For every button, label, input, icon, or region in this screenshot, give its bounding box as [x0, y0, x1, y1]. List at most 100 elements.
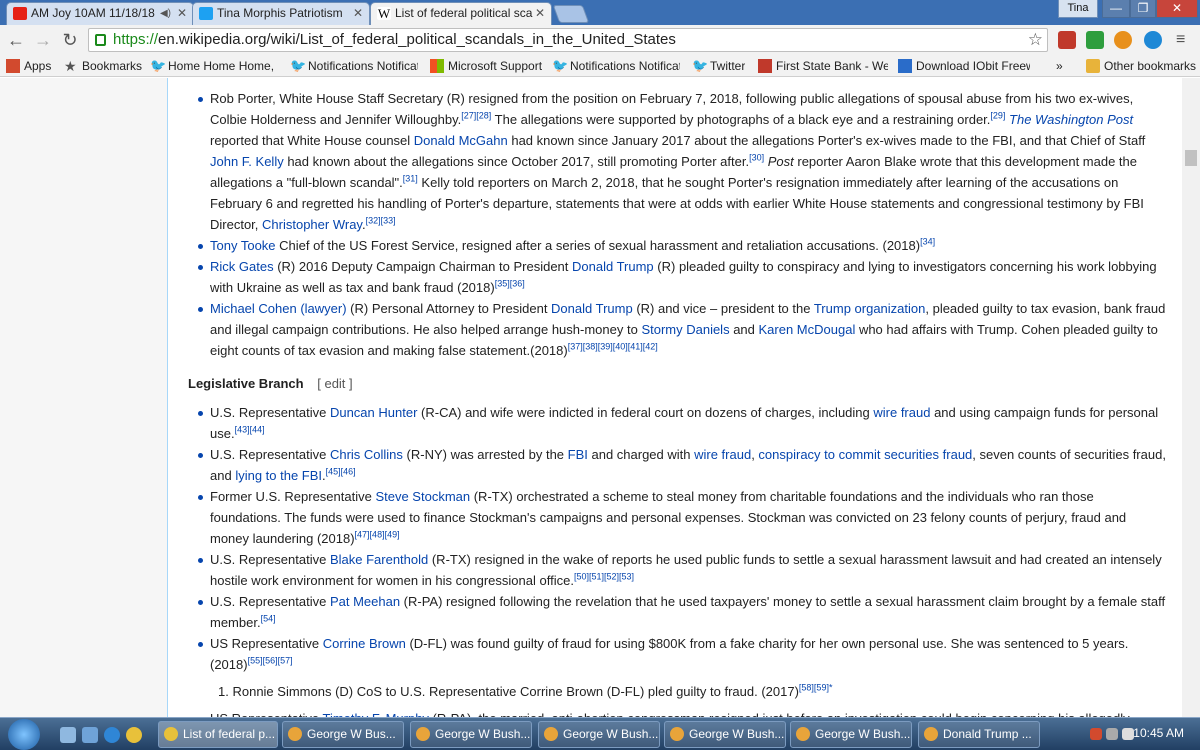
bookmark-other[interactable]: Other bookmarks [1084, 58, 1196, 74]
bookmark-twitter[interactable]: 🐦 Twitter [690, 58, 745, 74]
bookmark-notifications-1[interactable]: 🐦 Notifications Notificat [288, 58, 418, 74]
close-window-button[interactable]: ✕ [1156, 0, 1198, 18]
citation-link[interactable]: [45][46] [326, 467, 356, 477]
restore-button[interactable]: ❐ [1130, 0, 1156, 18]
bookmark-apps[interactable]: Apps [4, 58, 51, 74]
citation-link[interactable]: [37][38][39][40][41][42] [568, 342, 658, 352]
wiki-link[interactable]: Christopher Wray [262, 217, 362, 232]
robot-extension-icon[interactable] [1144, 31, 1162, 49]
address-bar[interactable]: https://en.wikipedia.org/wiki/List_of_fe… [88, 28, 1048, 52]
show-desktop-icon[interactable] [60, 727, 76, 743]
citation-link[interactable]: [58][59]* [799, 683, 833, 693]
bookmark-microsoft-support[interactable]: Microsoft Support [428, 58, 568, 74]
citation-link[interactable]: [50][51][52][53] [574, 572, 634, 582]
citation-link[interactable]: [29] [990, 111, 1005, 121]
wiki-link[interactable]: Stormy Daniels [641, 322, 729, 337]
wiki-link[interactable]: wire fraud [694, 447, 751, 462]
wiki-link[interactable]: wire fraud [873, 405, 930, 420]
tab-tina-morphis[interactable]: Tina Morphis Patriotism ✕ [192, 2, 370, 25]
menu-icon[interactable]: ≡ [1176, 31, 1190, 49]
wiki-link[interactable]: FBI [568, 447, 588, 462]
wiki-link[interactable]: Tony Tooke [210, 238, 276, 253]
url-text: en.wikipedia.org/wiki/List_of_federal_po… [158, 31, 676, 48]
reload-button[interactable]: ↻ [59, 29, 81, 51]
bookmark-bookmarks[interactable]: ★ Bookmarks [62, 58, 142, 74]
tray-icon[interactable] [1090, 728, 1102, 740]
volume-icon[interactable] [1122, 728, 1134, 740]
task-label: George W Bush... [563, 727, 659, 741]
section-title: Legislative Branch [188, 376, 304, 391]
explorer-icon[interactable] [82, 727, 98, 743]
new-tab-button[interactable] [552, 5, 590, 23]
citation-link[interactable]: [47][48][49] [355, 530, 400, 540]
list-item: US Representative Corrine Brown (D-FL) w… [198, 633, 1168, 675]
page-scrollbar[interactable] [1182, 78, 1200, 717]
taskbar-task[interactable]: George W Bush... [538, 721, 660, 748]
taskbar-task[interactable]: George W Bush... [664, 721, 786, 748]
tab-wikipedia[interactable]: W List of federal political sca ✕ [370, 2, 552, 25]
bookmark-star-icon[interactable]: ☆ [1028, 29, 1043, 51]
wiki-link[interactable]: The Washington Post [1009, 112, 1133, 127]
wiki-link[interactable]: Blake Farenthold [330, 552, 428, 567]
citation-link[interactable]: [30] [749, 153, 764, 163]
system-clock[interactable]: 10:45 AM [1133, 718, 1184, 751]
wiki-link[interactable]: Duncan Hunter [330, 405, 417, 420]
wiki-link[interactable]: Donald McGahn [414, 133, 508, 148]
key-extension-icon[interactable] [1114, 31, 1132, 49]
wiki-link[interactable]: Trump organization [814, 301, 926, 316]
forward-button[interactable]: → [32, 29, 54, 51]
network-icon[interactable] [1106, 728, 1118, 740]
taskbar-task[interactable]: Donald Trump ... [918, 721, 1040, 748]
bookmarks-overflow-button[interactable]: » [1052, 58, 1063, 74]
wiki-link[interactable]: Chris Collins [330, 447, 403, 462]
extension-green-icon[interactable] [1086, 31, 1104, 49]
wiki-link[interactable]: Donald Trump [551, 301, 633, 316]
wiki-link[interactable]: Steve Stockman [375, 489, 470, 504]
bookmark-home[interactable]: 🐦 Home Home Home, c [148, 58, 276, 74]
citation-link[interactable]: [31] [403, 174, 418, 184]
chrome-icon[interactable] [126, 727, 142, 743]
wiki-link[interactable]: Michael Cohen (lawyer) [210, 301, 347, 316]
bookmark-iobit[interactable]: Download IObit Freew [896, 58, 1030, 74]
tab-am-joy[interactable]: AM Joy 10AM 11/18/18 ◀) ✕ [6, 2, 194, 25]
taskbar-task[interactable]: List of federal p... [158, 721, 278, 748]
bookmark-notifications-2[interactable]: 🐦 Notifications Notificat [550, 58, 680, 74]
taskbar-task[interactable]: George W Bus... [282, 721, 404, 748]
citation-link[interactable]: [27][28] [461, 111, 491, 121]
profile-button[interactable]: Tina [1058, 0, 1098, 18]
citation-link[interactable]: [43][44] [235, 425, 265, 435]
body-text: and [729, 322, 759, 337]
citation-link[interactable]: [35][36] [495, 279, 525, 289]
internet-explorer-icon[interactable] [104, 727, 120, 743]
edit-link[interactable]: [ edit ] [317, 376, 352, 391]
bookmark-first-state-bank[interactable]: First State Bank - Welc [756, 58, 888, 74]
audio-icon[interactable]: ◀) [160, 3, 171, 24]
wiki-link[interactable]: Pat Meehan [330, 594, 400, 609]
list-item: US Representative Timothy F. Murphy (R-P… [198, 708, 1168, 717]
wiki-link[interactable]: Rick Gates [210, 259, 274, 274]
bookmarks-bar: Apps ★ Bookmarks 🐦 Home Home Home, c 🐦 Noti… [0, 55, 1200, 77]
wiki-link[interactable]: Corrine Brown [323, 636, 406, 651]
wiki-link[interactable]: lying to the FBI [235, 468, 322, 483]
citation-link[interactable]: [34] [920, 237, 935, 247]
wiki-link[interactable]: John F. Kelly [210, 154, 284, 169]
list-item: Rob Porter, White House Staff Secretary … [198, 88, 1168, 235]
start-button[interactable] [8, 719, 40, 750]
taskbar-task[interactable]: George W Bush... [410, 721, 532, 748]
url-scheme: https:// [113, 31, 159, 48]
citation-link[interactable]: [55][56][57] [248, 656, 293, 666]
close-icon[interactable]: ✕ [177, 3, 187, 24]
wiki-link[interactable]: Donald Trump [572, 259, 654, 274]
close-icon[interactable]: ✕ [535, 3, 545, 24]
citation-link[interactable]: [54] [261, 614, 276, 624]
citation-link[interactable]: [32][33] [366, 216, 396, 226]
taskbar-task[interactable]: George W Bush... [790, 721, 912, 748]
scrollbar-thumb[interactable] [1185, 150, 1197, 166]
acrobat-extension-icon[interactable] [1058, 31, 1076, 49]
body-text: U.S. Representative [210, 594, 330, 609]
minimize-button[interactable]: — [1102, 0, 1130, 18]
wiki-link[interactable]: Karen McDougal [759, 322, 856, 337]
wiki-link[interactable]: conspiracy to commit securities fraud [758, 447, 972, 462]
back-button[interactable]: ← [5, 29, 27, 51]
close-icon[interactable]: ✕ [353, 3, 363, 24]
